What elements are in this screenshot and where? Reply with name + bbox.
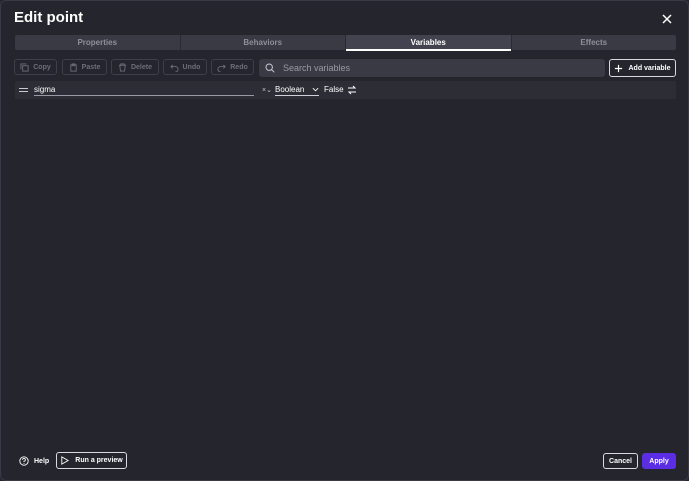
clipboard-icon bbox=[70, 62, 77, 72]
delete-button[interactable]: Delete bbox=[111, 59, 159, 75]
undo-icon bbox=[169, 63, 179, 72]
undo-label: Undo bbox=[182, 63, 201, 71]
redo-button[interactable]: Redo bbox=[211, 59, 254, 75]
add-variable-button[interactable]: Add variable bbox=[609, 59, 676, 77]
drag-handle-icon[interactable] bbox=[19, 87, 28, 93]
variable-type-icon: ×⌄ bbox=[262, 87, 272, 94]
help-icon bbox=[19, 456, 29, 466]
swap-icon[interactable] bbox=[347, 85, 357, 95]
variable-row: ×⌄ Boolean False bbox=[15, 81, 676, 99]
cancel-button[interactable]: Cancel bbox=[603, 453, 638, 469]
variable-type-select[interactable]: Boolean bbox=[275, 83, 319, 96]
undo-button[interactable]: Undo bbox=[163, 59, 207, 75]
search-icon bbox=[265, 63, 275, 73]
copy-label: Copy bbox=[33, 63, 51, 71]
copy-button[interactable]: Copy bbox=[14, 59, 57, 75]
delete-label: Delete bbox=[130, 63, 152, 71]
run-preview-button[interactable]: Run a preview bbox=[56, 452, 127, 469]
tab-variables[interactable]: Variables bbox=[345, 35, 511, 51]
search-input[interactable] bbox=[283, 63, 583, 73]
play-icon bbox=[61, 456, 70, 465]
dialog-title: Edit point bbox=[14, 9, 84, 26]
paste-button[interactable]: Paste bbox=[62, 59, 107, 75]
variable-value[interactable]: False bbox=[324, 85, 344, 94]
copy-icon bbox=[20, 62, 29, 72]
variable-name-input[interactable] bbox=[34, 83, 254, 96]
paste-label: Paste bbox=[81, 63, 101, 71]
help-link[interactable]: Help bbox=[19, 455, 49, 467]
tab-bar: Properties Behaviors Variables Effects bbox=[15, 35, 677, 51]
help-label: Help bbox=[34, 457, 50, 465]
redo-label: Redo bbox=[230, 63, 248, 71]
run-preview-label: Run a preview bbox=[75, 457, 123, 464]
tab-properties[interactable]: Properties bbox=[15, 35, 180, 50]
search-field[interactable] bbox=[259, 59, 605, 77]
variables-toolbar: Copy Paste Delete Undo Redo Add variable bbox=[14, 59, 676, 77]
trash-icon bbox=[118, 62, 127, 72]
tab-effects[interactable]: Effects bbox=[510, 35, 677, 50]
add-variable-label: Add variable bbox=[628, 64, 671, 72]
plus-icon bbox=[615, 64, 623, 72]
apply-button[interactable]: Apply bbox=[642, 453, 676, 469]
close-icon[interactable] bbox=[659, 11, 675, 27]
chevron-down-icon bbox=[312, 87, 319, 91]
redo-icon bbox=[217, 63, 226, 72]
edit-point-dialog: Edit point Properties Behaviors Variable… bbox=[0, 0, 689, 481]
tab-behaviors[interactable]: Behaviors bbox=[179, 35, 346, 50]
variable-type-label: Boolean bbox=[275, 84, 305, 94]
